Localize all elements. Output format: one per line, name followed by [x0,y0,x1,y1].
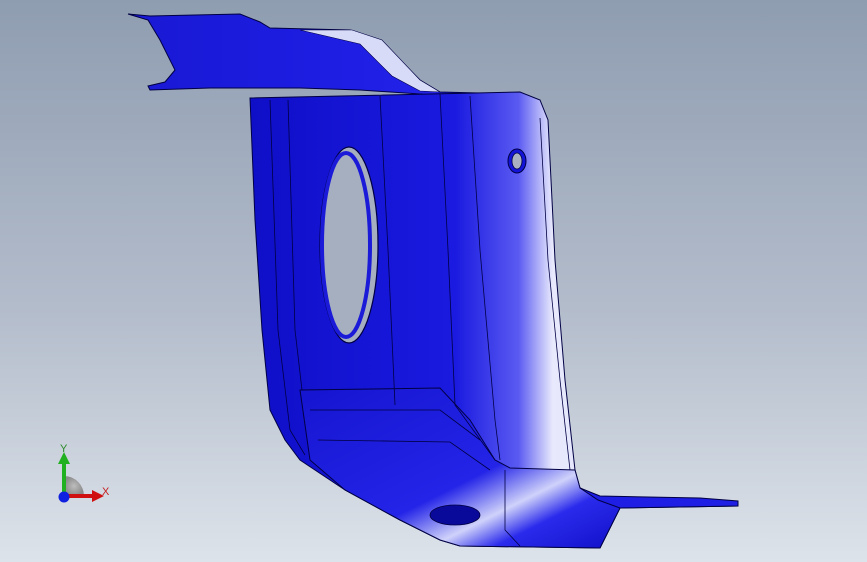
graphics-viewport[interactable]: Y X [0,0,867,562]
coordinate-triad: Y X [48,440,120,510]
sheet-metal-bracket-model[interactable] [0,0,867,562]
small-hole-through [511,152,523,170]
bottom-emboss [429,504,481,526]
y-axis-label: Y [60,443,68,455]
x-axis-label: X [102,486,110,498]
z-axis-dot-icon [58,491,70,503]
